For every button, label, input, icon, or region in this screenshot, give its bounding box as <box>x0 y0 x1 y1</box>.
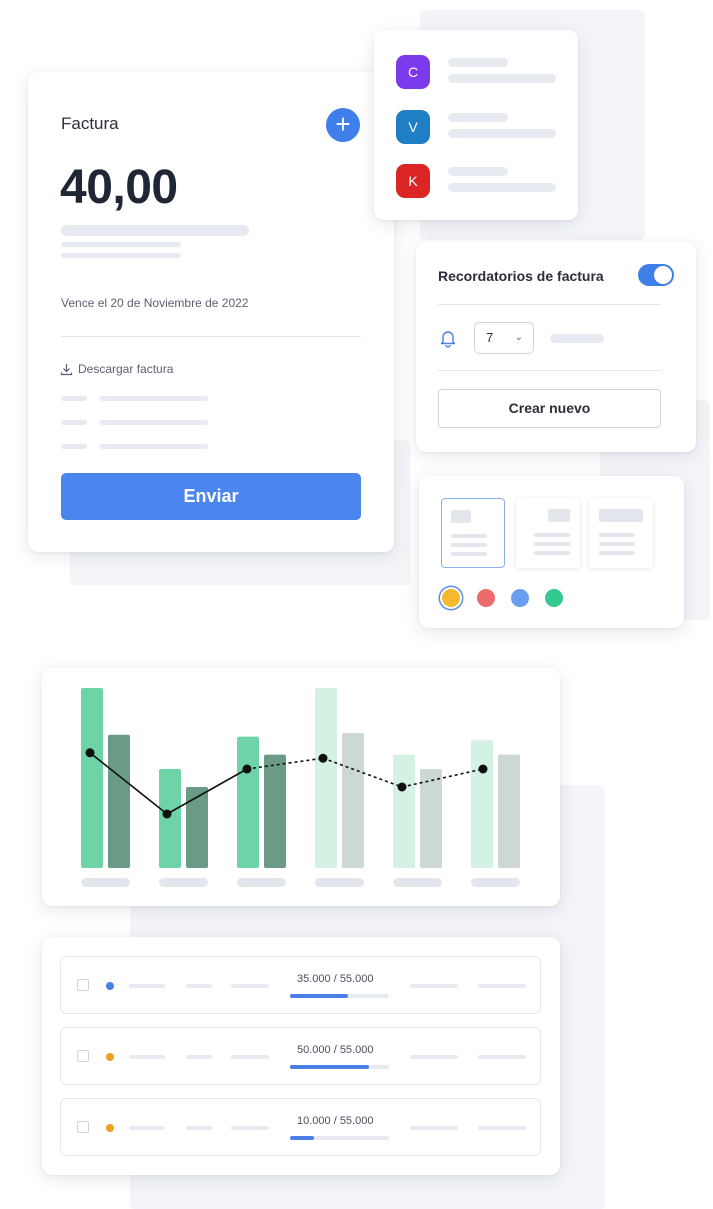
placeholder-line <box>448 74 556 83</box>
chart-point <box>318 753 328 763</box>
chart-bar <box>315 688 337 868</box>
placeholder-line <box>448 167 508 176</box>
download-label: Descargar factura <box>78 362 174 376</box>
chart-bar <box>159 769 181 868</box>
progress-label: 35.000 / 55.000 <box>297 973 374 985</box>
chart-card <box>42 668 560 906</box>
template-option[interactable] <box>516 498 580 568</box>
divider <box>61 336 361 337</box>
avatar: C <box>396 55 430 89</box>
status-dot <box>106 1124 114 1132</box>
x-tick-label-placeholder <box>471 878 520 887</box>
x-tick-label-placeholder <box>159 878 208 887</box>
chart-point <box>242 764 252 774</box>
progress-bar <box>290 994 389 998</box>
chart-bar <box>237 736 259 868</box>
x-tick-label-placeholder <box>393 878 442 887</box>
chart-bar <box>342 733 364 868</box>
table-row[interactable]: 10.000 / 55.000 <box>60 1098 541 1156</box>
status-dot <box>106 982 114 990</box>
invoice-card: Factura + 40,00 Vence el 20 de Noviembre… <box>28 72 394 552</box>
bar-line-chart <box>81 688 520 887</box>
progress-fill <box>290 1136 314 1140</box>
download-icon <box>60 363 73 375</box>
template-picker-card <box>419 476 684 628</box>
chart-bar <box>498 754 520 868</box>
bell-icon <box>440 331 456 348</box>
chart-point <box>85 748 95 758</box>
placeholder-line <box>448 183 556 192</box>
progress-bar <box>290 1136 389 1140</box>
add-recipient-button[interactable]: + <box>326 108 360 142</box>
chevron-down-icon: ⌄ <box>514 332 523 343</box>
placeholder-line <box>448 58 508 67</box>
placeholder-line <box>61 396 87 401</box>
template-option[interactable] <box>441 498 505 568</box>
status-dot <box>106 1053 114 1061</box>
reminder-days-value: 7 <box>486 330 494 345</box>
progress-label: 10.000 / 55.000 <box>297 1115 374 1127</box>
chart-point <box>162 809 172 819</box>
placeholder-line <box>100 420 208 425</box>
create-new-button[interactable]: Crear nuevo <box>438 389 661 428</box>
placeholder-line <box>61 242 181 247</box>
reminders-toggle[interactable] <box>638 264 674 286</box>
table-row[interactable]: 50.000 / 55.000 <box>60 1027 541 1085</box>
progress-fill <box>290 994 349 998</box>
x-tick-label-placeholder <box>315 878 364 887</box>
download-invoice-link[interactable]: Descargar factura <box>60 362 173 376</box>
send-button[interactable]: Enviar <box>61 473 361 520</box>
avatar: V <box>396 110 430 144</box>
placeholder-line <box>61 225 249 236</box>
chart-bar <box>393 754 415 868</box>
chart-bar <box>420 769 442 868</box>
progress-table-card: 35.000 / 55.000 50.000 / 55.000 10.000 /… <box>42 937 560 1175</box>
placeholder-line <box>448 129 556 138</box>
divider <box>438 370 661 371</box>
plus-icon: + <box>335 109 351 139</box>
placeholder-line <box>100 396 208 401</box>
placeholder-line <box>100 444 208 449</box>
chart-bar <box>108 734 130 868</box>
chart-bar <box>186 787 208 868</box>
x-tick-label-placeholder <box>237 878 286 887</box>
invoice-title: Factura <box>61 114 119 133</box>
placeholder-line <box>448 113 508 122</box>
placeholder-line <box>61 420 87 425</box>
contact-item[interactable]: V <box>396 110 566 144</box>
placeholder-line <box>61 444 87 449</box>
color-swatch-yellow[interactable] <box>442 589 460 607</box>
x-tick-label-placeholder <box>81 878 130 887</box>
placeholder-line <box>61 253 181 258</box>
toggle-knob <box>654 266 672 284</box>
progress-fill <box>290 1065 370 1069</box>
row-checkbox[interactable] <box>77 1121 89 1133</box>
color-swatch-red[interactable] <box>477 589 495 607</box>
divider <box>438 304 661 305</box>
chart-bar <box>81 688 103 868</box>
invoice-amount: 40,00 <box>60 161 178 214</box>
placeholder-line <box>550 334 604 343</box>
contacts-card: C V K <box>374 30 578 220</box>
contact-item[interactable]: C <box>396 55 566 89</box>
chart-bar <box>264 754 286 868</box>
progress-label: 50.000 / 55.000 <box>297 1044 374 1056</box>
avatar: K <box>396 164 430 198</box>
template-option[interactable] <box>589 498 653 568</box>
due-date-text: Vence el 20 de Noviembre de 2022 <box>61 296 249 310</box>
invoice-reminders-card: Recordatorios de factura 7 ⌄ Crear nuevo <box>416 242 696 452</box>
chart-point <box>478 764 488 774</box>
chart-point <box>397 782 407 792</box>
row-checkbox[interactable] <box>77 979 89 991</box>
reminder-days-select[interactable]: 7 ⌄ <box>474 322 534 354</box>
row-checkbox[interactable] <box>77 1050 89 1062</box>
color-swatch-blue[interactable] <box>511 589 529 607</box>
chart-bar <box>471 740 493 868</box>
contact-item[interactable]: K <box>396 164 566 198</box>
progress-bar <box>290 1065 389 1069</box>
color-swatch-green[interactable] <box>545 589 563 607</box>
table-row[interactable]: 35.000 / 55.000 <box>60 956 541 1014</box>
reminders-title: Recordatorios de factura <box>438 268 604 284</box>
